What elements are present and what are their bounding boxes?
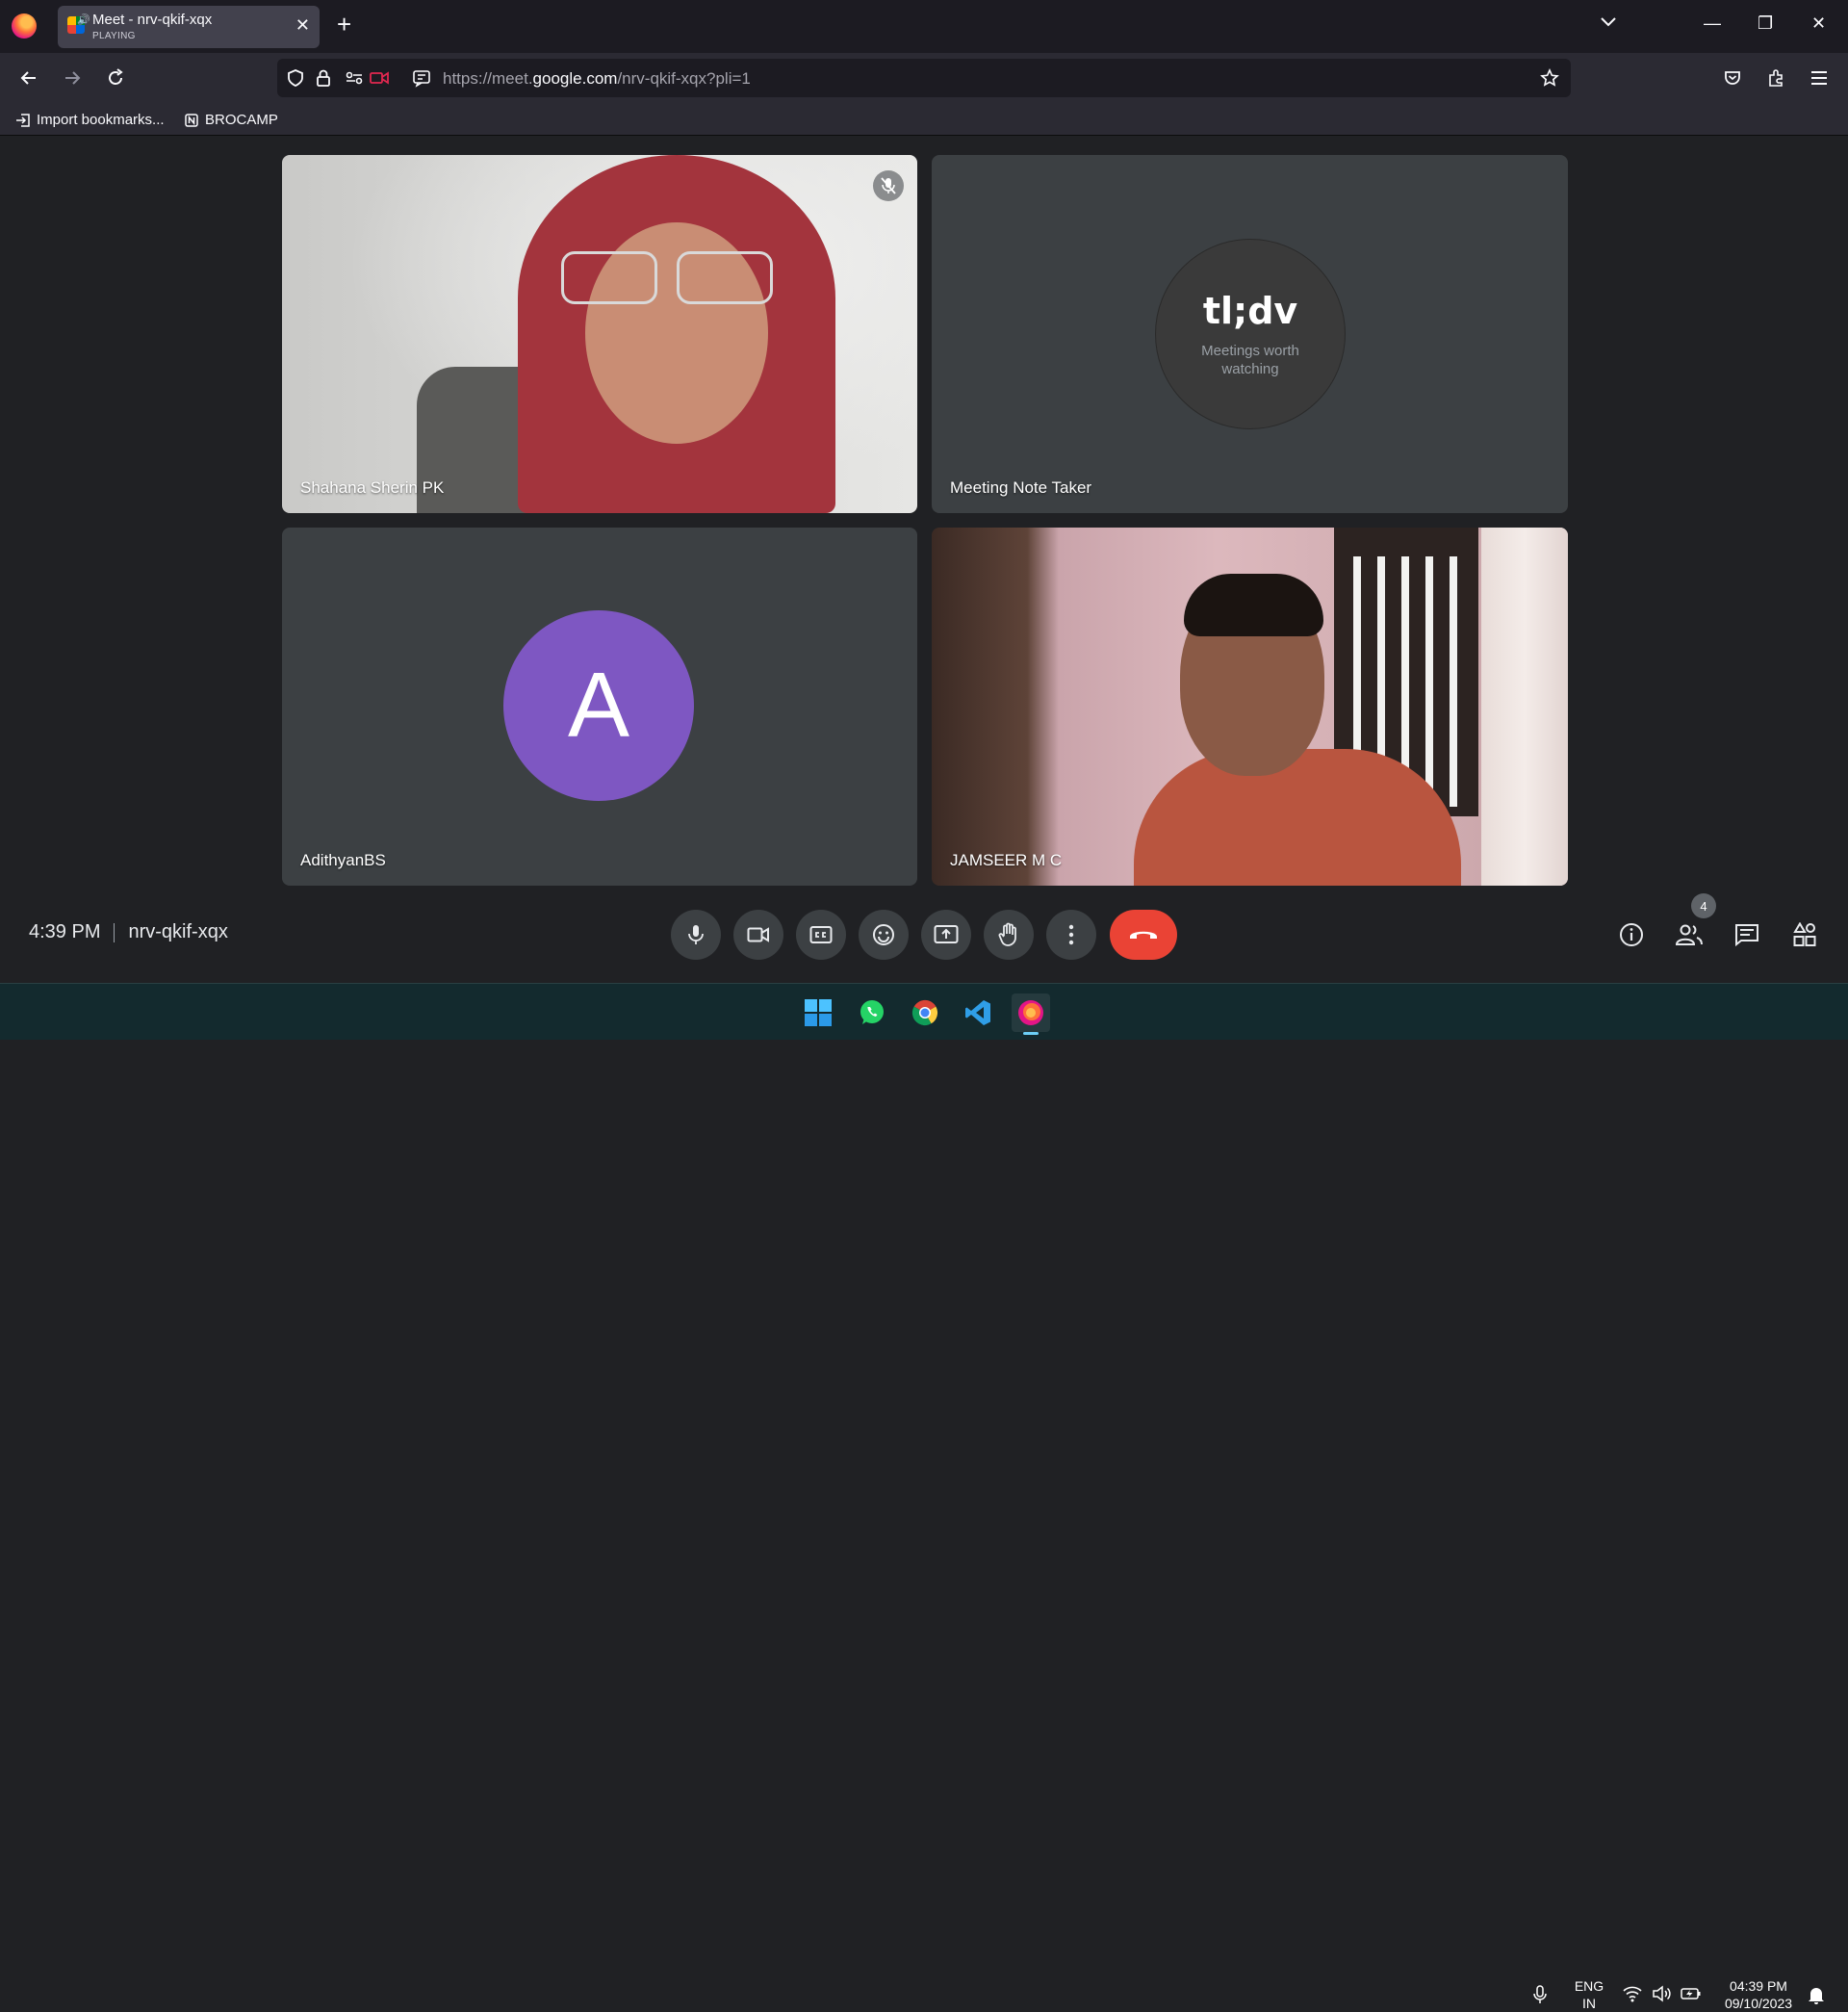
participant-name: Shahana Sherin PK bbox=[300, 478, 445, 497]
clock-date: 09/10/2023 bbox=[1724, 1996, 1793, 2011]
raise-hand-button[interactable] bbox=[984, 910, 1034, 960]
close-tab-icon[interactable]: ✕ bbox=[295, 15, 310, 36]
microphone-tray-icon[interactable] bbox=[1533, 1985, 1547, 2009]
tldv-logo: tl;dv bbox=[1202, 290, 1298, 332]
notification-bell-icon[interactable] bbox=[1808, 1985, 1825, 2009]
firefox-taskbar-icon[interactable] bbox=[1012, 993, 1050, 1032]
minimize-icon[interactable]: — bbox=[1704, 13, 1721, 34]
lock-icon[interactable] bbox=[316, 68, 331, 92]
captions-button[interactable] bbox=[796, 910, 846, 960]
clock-time: 04:39 PM bbox=[1730, 1978, 1787, 1994]
participant-tile-shahana[interactable]: Shahana Sherin PK bbox=[282, 155, 917, 513]
chat-icon bbox=[1735, 924, 1758, 946]
region-code: IN bbox=[1582, 1996, 1596, 2011]
microphone-icon bbox=[688, 925, 704, 944]
leave-call-button[interactable] bbox=[1110, 910, 1177, 960]
active-app-indicator bbox=[1023, 1032, 1039, 1035]
meeting-details-button[interactable] bbox=[1612, 916, 1651, 954]
microphone-button[interactable] bbox=[671, 910, 721, 960]
speaker-icon[interactable]: 🔊 bbox=[77, 13, 90, 26]
meeting-code: nrv-qkif-xqx bbox=[128, 921, 228, 942]
participant-name: JAMSEER M C bbox=[950, 851, 1063, 869]
back-arrow-icon[interactable] bbox=[15, 64, 42, 91]
present-screen-button[interactable] bbox=[921, 910, 971, 960]
restore-icon[interactable]: ❐ bbox=[1758, 13, 1773, 34]
battery-charging-icon[interactable] bbox=[1681, 1985, 1702, 2007]
people-button[interactable] bbox=[1670, 916, 1708, 954]
extensions-icon[interactable] bbox=[1762, 64, 1789, 91]
people-icon bbox=[1675, 924, 1703, 945]
shield-icon[interactable] bbox=[287, 68, 304, 92]
import-bookmarks-link[interactable]: Import bookmarks... bbox=[15, 112, 165, 128]
participant-tile-note-taker[interactable]: tl;dv Meetings worth watching Meeting No… bbox=[932, 155, 1568, 513]
more-options-button[interactable] bbox=[1046, 910, 1096, 960]
new-tab-icon[interactable]: + bbox=[337, 12, 351, 37]
bookmark-label: BROCAMP bbox=[205, 112, 278, 128]
hand-icon bbox=[998, 922, 1016, 946]
import-icon bbox=[16, 113, 30, 127]
meeting-info: 4:39 PM nrv-qkif-xqx bbox=[29, 921, 228, 943]
tab-status: PLAYING bbox=[92, 31, 136, 41]
camera-button[interactable] bbox=[733, 910, 783, 960]
participant-name: AdithyanBS bbox=[300, 851, 386, 869]
vscode-icon[interactable] bbox=[959, 993, 997, 1032]
tldv-logo-circle: tl;dv Meetings worth watching bbox=[1155, 239, 1346, 429]
pocket-icon[interactable] bbox=[1719, 64, 1746, 91]
reload-icon[interactable] bbox=[102, 64, 129, 91]
browser-nav-bar: https://meet.google.com/nrv-qkif-xqx?pli… bbox=[0, 53, 1848, 103]
close-window-icon[interactable]: ✕ bbox=[1811, 13, 1826, 34]
emoji-icon bbox=[873, 924, 894, 945]
language-code: ENG bbox=[1574, 1978, 1604, 1994]
browser-tab[interactable]: 🔊 Meet - nrv-qkif-xqx PLAYING ✕ bbox=[58, 6, 320, 48]
bookmark-label: Import bookmarks... bbox=[37, 112, 165, 128]
system-clock[interactable]: 04:39 PM 09/10/2023 bbox=[1715, 1977, 1802, 2012]
chat-button[interactable] bbox=[1728, 916, 1766, 954]
info-icon bbox=[1620, 923, 1643, 946]
activities-button[interactable] bbox=[1785, 916, 1824, 954]
reader-view-icon[interactable] bbox=[412, 68, 431, 92]
meeting-time: 4:39 PM bbox=[29, 921, 101, 942]
chevron-down-icon[interactable] bbox=[1600, 15, 1617, 33]
activities-icon bbox=[1793, 922, 1816, 946]
participant-name: Meeting Note Taker bbox=[950, 478, 1092, 497]
bookmarks-bar: Import bookmarks... BROCAMP bbox=[0, 103, 1848, 136]
camera-sharing-icon[interactable] bbox=[369, 68, 390, 92]
address-bar[interactable]: https://meet.google.com/nrv-qkif-xqx?pli… bbox=[277, 59, 1571, 97]
volume-icon[interactable] bbox=[1652, 1985, 1671, 2007]
windows-taskbar: ENG IN 04:39 PM 09/10/2023 bbox=[0, 983, 1848, 2011]
tldv-tagline: Meetings worth watching bbox=[1201, 343, 1299, 377]
participant-tile-adithyan[interactable]: A AdithyanBS bbox=[282, 528, 917, 886]
browser-tab-bar: 🔊 Meet - nrv-qkif-xqx PLAYING ✕ + — ❐ ✕ bbox=[0, 0, 1848, 53]
forward-arrow-icon[interactable] bbox=[59, 64, 86, 91]
tab-title: Meet - nrv-qkif-xqx bbox=[92, 12, 213, 28]
wifi-icon[interactable] bbox=[1623, 1985, 1642, 2007]
mic-off-icon bbox=[873, 170, 904, 201]
windows-start-icon[interactable] bbox=[799, 993, 837, 1032]
whatsapp-icon[interactable] bbox=[853, 993, 891, 1032]
participant-tile-jamseer[interactable]: JAMSEER M C bbox=[932, 528, 1568, 886]
chrome-icon[interactable] bbox=[906, 993, 944, 1032]
hang-up-icon bbox=[1130, 931, 1157, 939]
camera-icon bbox=[747, 927, 769, 942]
url-text[interactable]: https://meet.google.com/nrv-qkif-xqx?pli… bbox=[443, 69, 751, 89]
permissions-icon[interactable] bbox=[345, 68, 364, 92]
people-count-badge: 4 bbox=[1691, 893, 1716, 918]
more-vertical-icon bbox=[1068, 924, 1074, 945]
brocamp-bookmark[interactable]: BROCAMP bbox=[184, 112, 278, 128]
bookmark-star-icon[interactable] bbox=[1540, 68, 1559, 92]
captions-icon bbox=[809, 926, 833, 943]
language-indicator[interactable]: ENG IN bbox=[1572, 1977, 1606, 2012]
firefox-menu-icon[interactable] bbox=[12, 13, 37, 39]
notion-icon bbox=[185, 113, 198, 127]
emoji-reactions-button[interactable] bbox=[859, 910, 909, 960]
hamburger-menu-icon[interactable] bbox=[1806, 64, 1833, 91]
present-screen-icon bbox=[934, 925, 959, 943]
avatar: A bbox=[503, 610, 694, 801]
meet-stage: Shahana Sherin PK tl;dv Meetings worth w… bbox=[0, 136, 1848, 983]
